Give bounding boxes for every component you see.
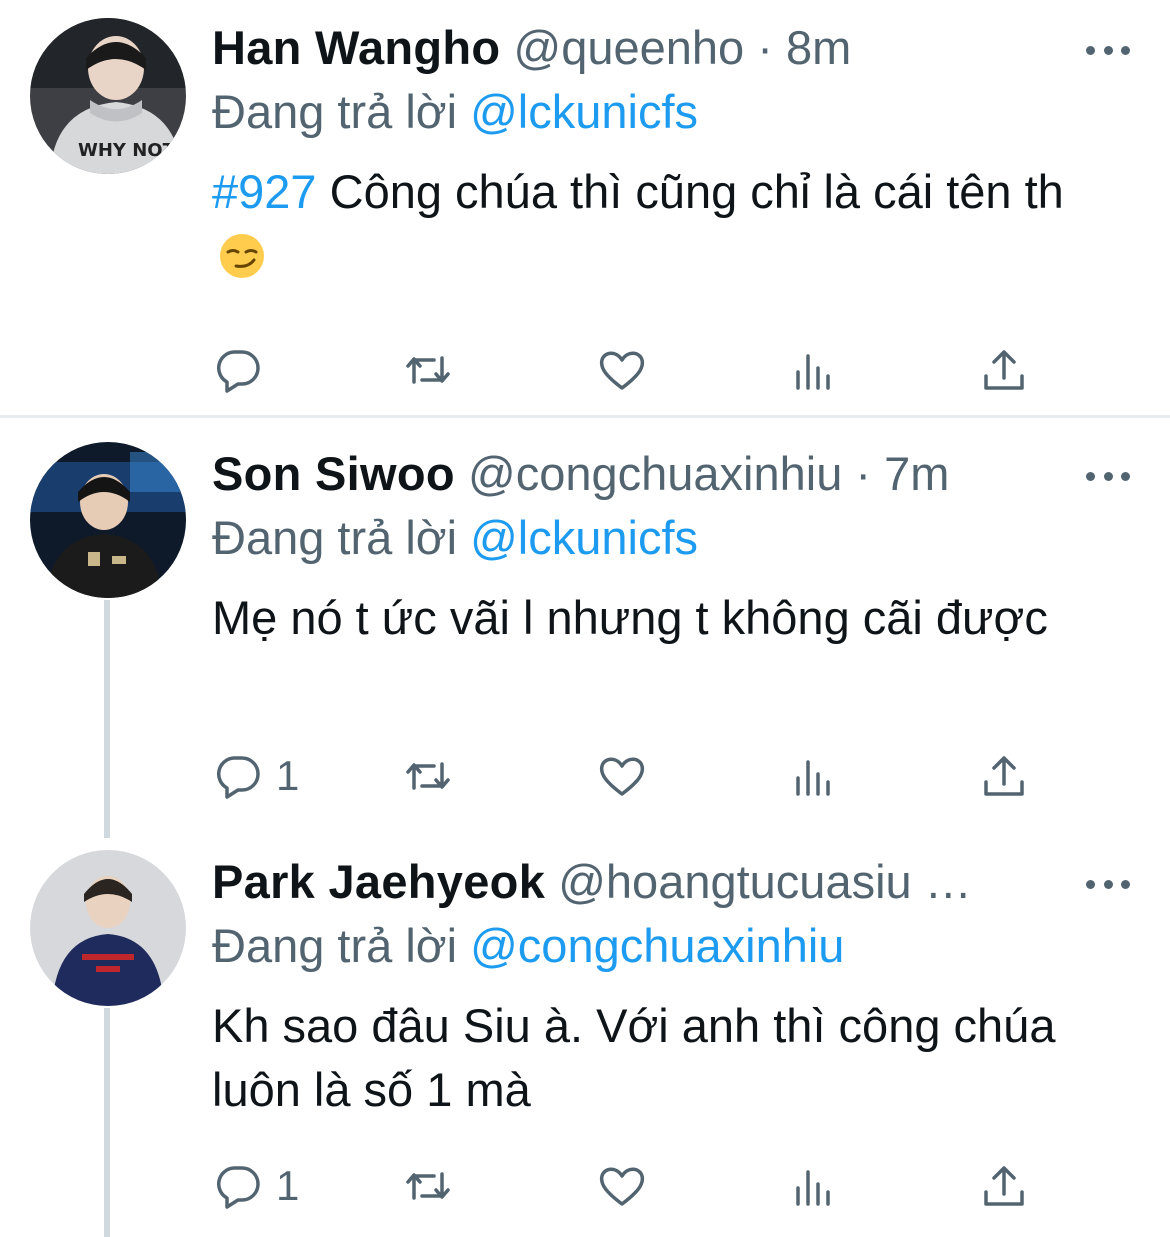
tweet-text: Mẹ nó t ức vãi l nhưng t không cãi được — [212, 591, 1048, 644]
views-button[interactable] — [788, 1158, 840, 1214]
replying-to: Đang trả lời @lckunicfs — [212, 510, 698, 566]
display-name[interactable]: Han Wangho — [212, 21, 500, 74]
heart-icon — [599, 757, 645, 796]
tweet-actions: 1 — [212, 748, 1042, 804]
avatar[interactable]: WHY NOT?! — [30, 18, 186, 174]
timestamp[interactable]: 7m — [884, 447, 949, 500]
smirking-face-emoji-icon — [220, 234, 264, 278]
display-name[interactable]: Son Siwoo — [212, 447, 455, 500]
reply-button[interactable]: 1 — [212, 1158, 299, 1214]
views-icon — [796, 354, 830, 390]
retweet-button[interactable] — [402, 342, 454, 398]
heart-icon — [599, 1167, 645, 1206]
tweet-text: #927 Công chúa thì cũng chỉ là cái tên t… — [212, 160, 1112, 288]
reply-prefix: Đang trả lời — [212, 511, 458, 564]
timestamp[interactable]: 8m — [786, 21, 851, 74]
more-icon[interactable] — [1086, 874, 1130, 894]
like-button[interactable] — [596, 1158, 648, 1214]
like-button[interactable] — [596, 342, 648, 398]
reply-count: 1 — [276, 1162, 300, 1209]
user-handle[interactable]: @hoangtucuasiu … — [558, 855, 972, 908]
user-handle[interactable]: @congchuaxinhiu — [468, 447, 842, 500]
svg-text:WHY NOT?!: WHY NOT?! — [78, 140, 186, 161]
replying-to: Đang trả lời @congchuaxinhiu — [212, 918, 844, 974]
reply-mention-link[interactable]: @lckunicfs — [470, 85, 698, 138]
retweet-button[interactable] — [402, 748, 454, 804]
tweet-actions: 1 — [212, 1158, 1042, 1214]
display-name[interactable]: Park Jaehyeok — [212, 855, 545, 908]
views-icon — [796, 1170, 830, 1206]
reply-mention-link[interactable]: @lckunicfs — [470, 511, 698, 564]
retweet-button[interactable] — [402, 1158, 454, 1214]
avatar[interactable] — [30, 850, 186, 1006]
tweet-actions — [212, 342, 1042, 398]
tweet-body-text: Công chúa thì cũng chỉ là cái tên th — [316, 165, 1064, 218]
replying-to: Đang trả lời @lckunicfs — [212, 84, 698, 140]
reply-button[interactable]: 1 — [212, 748, 299, 804]
tweet[interactable]: WHY NOT?! Han Wangho @queenho · 8m Đang … — [0, 0, 1170, 418]
share-icon — [984, 350, 1024, 390]
reply-prefix: Đang trả lời — [212, 919, 458, 972]
share-button[interactable] — [978, 342, 1030, 398]
views-button[interactable] — [788, 342, 840, 398]
more-icon[interactable] — [1086, 466, 1130, 486]
share-icon — [984, 756, 1024, 796]
more-icon[interactable] — [1086, 40, 1130, 60]
hashtag-link[interactable]: #927 — [212, 165, 317, 218]
like-button[interactable] — [596, 748, 648, 804]
user-handle[interactable]: @queenho — [514, 21, 745, 74]
share-icon — [984, 1166, 1024, 1206]
reply-prefix: Đang trả lời — [212, 85, 458, 138]
tweet-text: Kh sao đâu Siu à. Với anh thì công chúa … — [212, 999, 1056, 1116]
retweet-icon — [406, 762, 450, 790]
avatar[interactable] — [30, 442, 186, 598]
tweet-header: Park Jaehyeok @hoangtucuasiu … — [212, 854, 1072, 910]
share-button[interactable] — [978, 1158, 1030, 1214]
reply-count: 1 — [276, 752, 300, 799]
retweet-icon — [406, 1172, 450, 1200]
views-icon — [796, 760, 830, 796]
heart-icon — [599, 351, 645, 390]
tweet[interactable]: Park Jaehyeok @hoangtucuasiu … Đang trả … — [0, 828, 1170, 1237]
retweet-icon — [406, 356, 450, 384]
reply-icon — [217, 350, 260, 393]
tweet-header: Han Wangho @queenho · 8m — [212, 20, 851, 76]
share-button[interactable] — [978, 748, 1030, 804]
tweet[interactable]: Son Siwoo @congchuaxinhiu · 7m Đang trả … — [0, 418, 1170, 828]
separator-dot: · — [855, 447, 872, 500]
reply-icon — [217, 1166, 260, 1209]
reply-mention-link[interactable]: @congchuaxinhiu — [470, 919, 844, 972]
separator-dot: · — [757, 21, 773, 74]
views-button[interactable] — [788, 748, 840, 804]
reply-icon — [217, 756, 260, 799]
tweet-header: Son Siwoo @congchuaxinhiu · 7m — [212, 446, 949, 502]
reply-button[interactable] — [212, 342, 264, 398]
